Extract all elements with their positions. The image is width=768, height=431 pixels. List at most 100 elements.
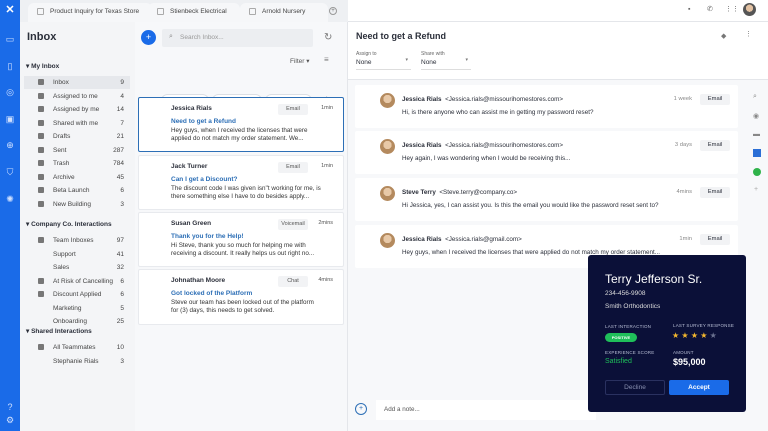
preview: Steve our team has been locked out of th… <box>171 299 314 315</box>
folder-icon <box>38 173 44 180</box>
sidebar-item-count: 6 <box>120 291 124 298</box>
app-rail: ✕ ▭ ▯ ◎ ▣ ⊕ ⛉ ✺ ? ⚙ <box>0 0 20 431</box>
sidebar-item-count: 97 <box>116 237 124 244</box>
decline-button[interactable]: Decline <box>605 380 665 395</box>
preview: Hi Steve, thank you so much for helping … <box>171 242 315 258</box>
chevron-down-icon: ▾ <box>405 57 408 63</box>
filter-dropdown[interactable]: Filter ▾ <box>290 57 310 65</box>
briefcase-icon[interactable]: ▣ <box>4 113 16 125</box>
star-icon: ★ <box>709 331 717 340</box>
sidebar-item[interactable]: Beta Launch 6 <box>24 184 130 197</box>
sidebar-item[interactable]: Stephanie Rials 3 <box>24 355 130 368</box>
folder-icon <box>38 200 44 207</box>
billing-icon[interactable]: ⊕ <box>4 139 16 151</box>
sidebar-item-count: 3 <box>120 357 124 365</box>
sidebar-item[interactable]: Marketing 5 <box>24 302 130 315</box>
message-sender: Steve Terry <box>402 189 436 196</box>
add-icon[interactable]: + <box>754 186 758 193</box>
assign-to-dropdown[interactable]: Assign to None ▾ <box>356 51 411 70</box>
channel-badge: Chat <box>278 276 308 287</box>
tab-stienbeck[interactable]: Stienbeck Electrical <box>148 3 240 22</box>
folder-icon <box>38 344 44 350</box>
apps-grid-icon[interactable]: ⋮⋮ <box>725 5 739 13</box>
settings-icon[interactable]: ⚙ <box>4 414 16 426</box>
integration-icon[interactable] <box>753 168 761 176</box>
refresh-icon[interactable]: ↻ <box>324 32 332 43</box>
tab-arnold[interactable]: Arnold Nursery <box>240 3 328 22</box>
sidebar-item[interactable]: Sales 32 <box>24 261 130 274</box>
sidebar-item-label: Drafts <box>53 133 71 140</box>
sort-icon[interactable]: ≡ <box>324 55 329 64</box>
contact-name: Terry Jefferson Sr. <box>605 272 703 286</box>
subject: Got locked of the Platform <box>171 290 253 297</box>
note-input[interactable]: Add a note... <box>376 400 596 420</box>
more-icon[interactable]: ⋮ <box>745 30 752 38</box>
contacts-icon[interactable]: ◎ <box>4 86 16 98</box>
sidebar-item[interactable]: Assigned to me 4 <box>24 90 130 103</box>
support-icon[interactable]: ✺ <box>4 193 16 205</box>
sidebar-item[interactable]: Archive 45 <box>24 171 130 184</box>
sidebar-item[interactable]: Assigned by me 14 <box>24 103 130 116</box>
help-icon[interactable]: ? <box>4 401 16 413</box>
share-with-dropdown[interactable]: Share with None ▾ <box>421 51 471 70</box>
contact-icon[interactable]: ◉ <box>753 112 759 120</box>
user-avatar[interactable] <box>743 3 756 16</box>
new-button[interactable]: + <box>141 30 156 45</box>
message-text: Hey again, I was wondering when I would … <box>402 155 571 162</box>
message-email: <Jessica.rials@missourihomestores.com> <box>445 142 564 149</box>
tag-icon[interactable]: ◆ <box>721 32 726 40</box>
sidebar-item[interactable]: Sent 287 <box>24 144 130 157</box>
folder-icon <box>38 92 44 99</box>
folder-icon[interactable]: ▬ <box>753 131 760 138</box>
message: Jessica Rials <Jessica.rials@missourihom… <box>355 85 738 128</box>
inbox-icon[interactable]: ▭ <box>4 33 16 45</box>
conversation-card[interactable]: Jessica Rials Email 1min Need to get a Refu… <box>138 97 344 152</box>
calendar-icon[interactable] <box>753 149 761 157</box>
accept-button[interactable]: Accept <box>669 380 729 395</box>
sidebar-item[interactable]: Trash 784 <box>24 157 130 170</box>
channel-badge: Email <box>278 162 308 173</box>
sidebar-item-label: Marketing <box>53 304 82 312</box>
sidebar-item[interactable]: Shared with me 7 <box>24 117 130 130</box>
star-icon: ★ <box>672 331 682 340</box>
preview: The discount code I was given isn''t wor… <box>171 185 321 201</box>
search-placeholder: Search Inbox... <box>180 34 224 41</box>
sidebar-item[interactable]: At Risk of Cancelling 6 <box>24 275 130 288</box>
section-company[interactable]: ▾ Company Co. Interactions <box>26 220 112 228</box>
message-email: <Jessica.rials@gmail.com> <box>445 236 522 243</box>
sidebar-item[interactable]: Team Inboxes 97 <box>24 234 130 247</box>
message-time: 3 days <box>674 142 692 148</box>
sidebar-item[interactable]: All Teammates 10 <box>24 341 130 354</box>
chat-icon[interactable]: ▪ <box>688 6 690 13</box>
tab-label: Product Inquiry for Texas Store <box>50 8 140 15</box>
sidebar-item-count: 6 <box>120 187 124 194</box>
search-icon[interactable]: ⌕ <box>753 93 757 101</box>
add-attachment-button[interactable]: + <box>355 403 367 415</box>
sidebar-item[interactable]: New Building 3 <box>24 198 130 211</box>
conversation-card[interactable]: Johnathan Moore Chat 4mins Got locked of th… <box>138 269 344 325</box>
add-tab-icon[interactable]: + <box>329 7 337 15</box>
sidebar-item-count: 287 <box>113 146 124 154</box>
section-my-inbox[interactable]: ▾ My Inbox <box>26 62 59 70</box>
sidebar-item[interactable]: Drafts 21 <box>24 130 130 143</box>
sidebar-item[interactable]: Support 41 <box>24 248 130 261</box>
phone-icon[interactable]: ✆ <box>707 5 713 13</box>
folder-icon <box>38 291 44 297</box>
sidebar-item-count: 9 <box>120 79 124 86</box>
cart-icon[interactable]: ⛉ <box>4 166 16 178</box>
sidebar-item-count: 784 <box>113 160 124 167</box>
tab-product-inquiry[interactable]: Product Inquiry for Texas Store <box>28 3 152 22</box>
score-label: EXPERIENCE SCORE <box>605 350 655 355</box>
folder-icon <box>38 133 44 139</box>
section-shared[interactable]: ▾ Shared Interactions <box>26 327 92 335</box>
sidebar-item[interactable]: Inbox 9 <box>24 76 130 89</box>
top-bar: ▪ ✆ ⋮⋮ <box>348 0 768 22</box>
sidebar-item-count: 14 <box>116 106 124 113</box>
conversation-card[interactable]: Susan Green Voicemail 2mins Thank you for t… <box>138 212 344 267</box>
document-icon[interactable]: ▯ <box>4 60 16 72</box>
sidebar-item[interactable]: Discount Applied 6 <box>24 288 130 301</box>
search-input[interactable]: ⌕ Search Inbox... <box>162 29 313 47</box>
sidebar-item-count: 25 <box>116 318 124 325</box>
channel-badge: Email <box>278 104 308 115</box>
conversation-card[interactable]: Jack Turner Email 1min Can I get a Discount… <box>138 155 344 210</box>
